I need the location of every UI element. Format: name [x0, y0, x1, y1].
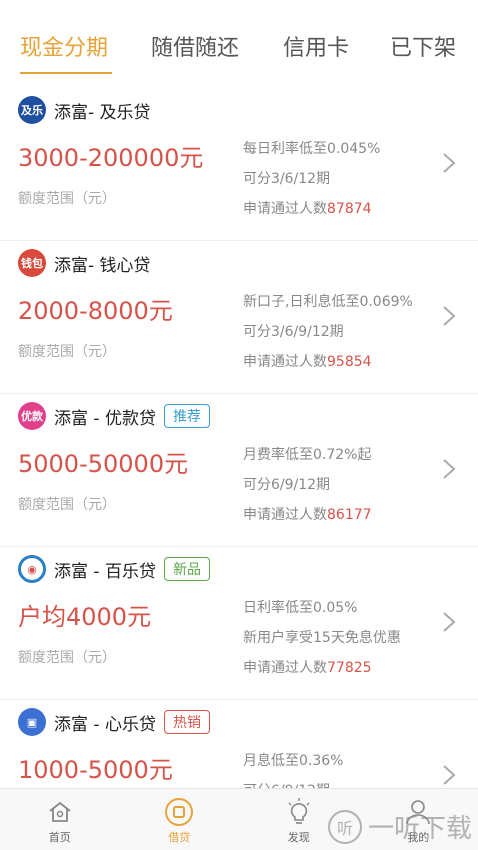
- product-info: 新口子,日利息低至0.069% 可分3/6/9/12期 申请通过人数95854: [243, 287, 413, 377]
- new-badge: 新品: [163, 557, 210, 581]
- watermark-text: 一听下载: [367, 814, 472, 844]
- applicants-count: 87874: [327, 201, 372, 217]
- applicants-text: 申请通过人数87874: [243, 201, 372, 217]
- home-icon: [45, 797, 75, 827]
- product-amount: 2000-8000元: [18, 297, 173, 325]
- product-title: 添富 - 心乐贷: [54, 714, 156, 735]
- recommend-badge: 推荐: [163, 404, 210, 428]
- watermark: 听 一听下载: [327, 808, 472, 845]
- product-info: 月息低至0.36% 可分6/9/12期: [243, 746, 343, 788]
- hot-badge: 热销: [163, 710, 210, 734]
- product-card[interactable]: 钱包 添富- 钱心贷 2000-8000元 额度范围（元） 新口子,日利息低至0…: [0, 241, 478, 394]
- product-card[interactable]: ▣ 添富 - 心乐贷 热销 1000-5000元 月息低至0.36% 可分6/9…: [0, 700, 478, 788]
- tab-borrow-anytime[interactable]: 随借随还: [151, 30, 239, 62]
- chevron-right-icon[interactable]: [442, 611, 456, 639]
- applicants-text: 申请通过人数95854: [243, 354, 372, 370]
- tab-cash-installment[interactable]: 现金分期: [20, 30, 108, 62]
- promo-text: 新用户享受15天免息优惠: [243, 630, 401, 646]
- applicants-count: 77825: [327, 660, 372, 676]
- chevron-right-icon[interactable]: [442, 305, 456, 333]
- youkuan-logo-icon: 优款: [18, 402, 46, 430]
- rate-text: 新口子,日利息低至0.069%: [243, 294, 413, 310]
- product-title: 添富 - 百乐贷: [54, 561, 156, 582]
- product-title: 添富- 及乐贷: [54, 102, 151, 123]
- chevron-right-icon[interactable]: [442, 152, 456, 180]
- term-text: 可分3/6/9/12期: [243, 324, 344, 340]
- applicants-text: 申请通过人数77825: [243, 660, 372, 676]
- nav-home[interactable]: 首页: [0, 789, 120, 850]
- product-amount: 1000-5000元: [18, 756, 173, 784]
- chevron-right-icon[interactable]: [442, 764, 456, 788]
- rate-text: 每日利率低至0.045%: [243, 141, 381, 157]
- nav-home-label: 首页: [48, 831, 71, 844]
- product-card[interactable]: 优款 添富 - 优款贷 推荐 5000-50000元 额度范围（元） 月费率低至…: [0, 394, 478, 547]
- qianbao-logo-icon: 钱包: [18, 249, 46, 277]
- product-info: 日利率低至0.05% 新用户享受15天免息优惠 申请通过人数77825: [243, 593, 401, 683]
- term-text: 可分3/6/12期: [243, 171, 331, 187]
- rate-text: 月费率低至0.72%起: [243, 447, 372, 463]
- range-label: 额度范围（元）: [18, 497, 116, 513]
- product-card[interactable]: ◉ 添富 - 百乐贷 新品 户均4000元 额度范围（元） 日利率低至0.05%…: [0, 547, 478, 700]
- chevron-right-icon[interactable]: [442, 458, 456, 486]
- watermark-logo-icon: 听: [327, 809, 362, 844]
- product-info: 月费率低至0.72%起 可分6/9/12期 申请通过人数86177: [243, 440, 372, 530]
- tab-credit-card[interactable]: 信用卡: [283, 30, 349, 62]
- nav-loan[interactable]: 借贷: [120, 789, 240, 850]
- applicants-count: 86177: [327, 507, 372, 523]
- baile-logo-icon: ◉: [18, 555, 46, 583]
- rate-text: 月息低至0.36%: [243, 753, 344, 769]
- bulb-icon: [284, 797, 314, 827]
- range-label: 额度范围（元）: [18, 191, 116, 207]
- product-amount: 5000-50000元: [18, 450, 189, 478]
- rate-text: 日利率低至0.05%: [243, 600, 358, 616]
- xinle-logo-icon: ▣: [18, 708, 46, 736]
- tab-delisted[interactable]: 已下架: [390, 30, 456, 62]
- product-list: 及乐 添富- 及乐贷 3000-200000元 额度范围（元） 每日利率低至0.…: [0, 88, 478, 788]
- applicants-count: 95854: [327, 354, 372, 370]
- term-text: 可分6/9/12期: [243, 477, 331, 493]
- range-label: 额度范围（元）: [18, 344, 116, 360]
- product-title: 添富 - 优款贷: [54, 408, 156, 429]
- nav-loan-label: 借贷: [168, 831, 191, 844]
- product-amount: 3000-200000元: [18, 144, 204, 172]
- product-info: 每日利率低至0.045% 可分3/6/12期 申请通过人数87874: [243, 134, 380, 224]
- applicants-text: 申请通过人数86177: [243, 507, 372, 523]
- jile-logo-icon: 及乐: [18, 96, 46, 124]
- product-amount: 户均4000元: [18, 603, 152, 631]
- product-title: 添富- 钱心贷: [54, 255, 151, 276]
- product-card[interactable]: 及乐 添富- 及乐贷 3000-200000元 额度范围（元） 每日利率低至0.…: [0, 88, 478, 241]
- term-text: 可分6/9/12期: [243, 776, 343, 788]
- range-label: 额度范围（元）: [18, 650, 116, 666]
- active-tab-indicator: [20, 72, 112, 74]
- loan-icon: [164, 797, 194, 827]
- category-tabs: 现金分期 随借随还 信用卡 已下架: [0, 0, 478, 88]
- nav-discover-label: 发现: [287, 831, 310, 844]
